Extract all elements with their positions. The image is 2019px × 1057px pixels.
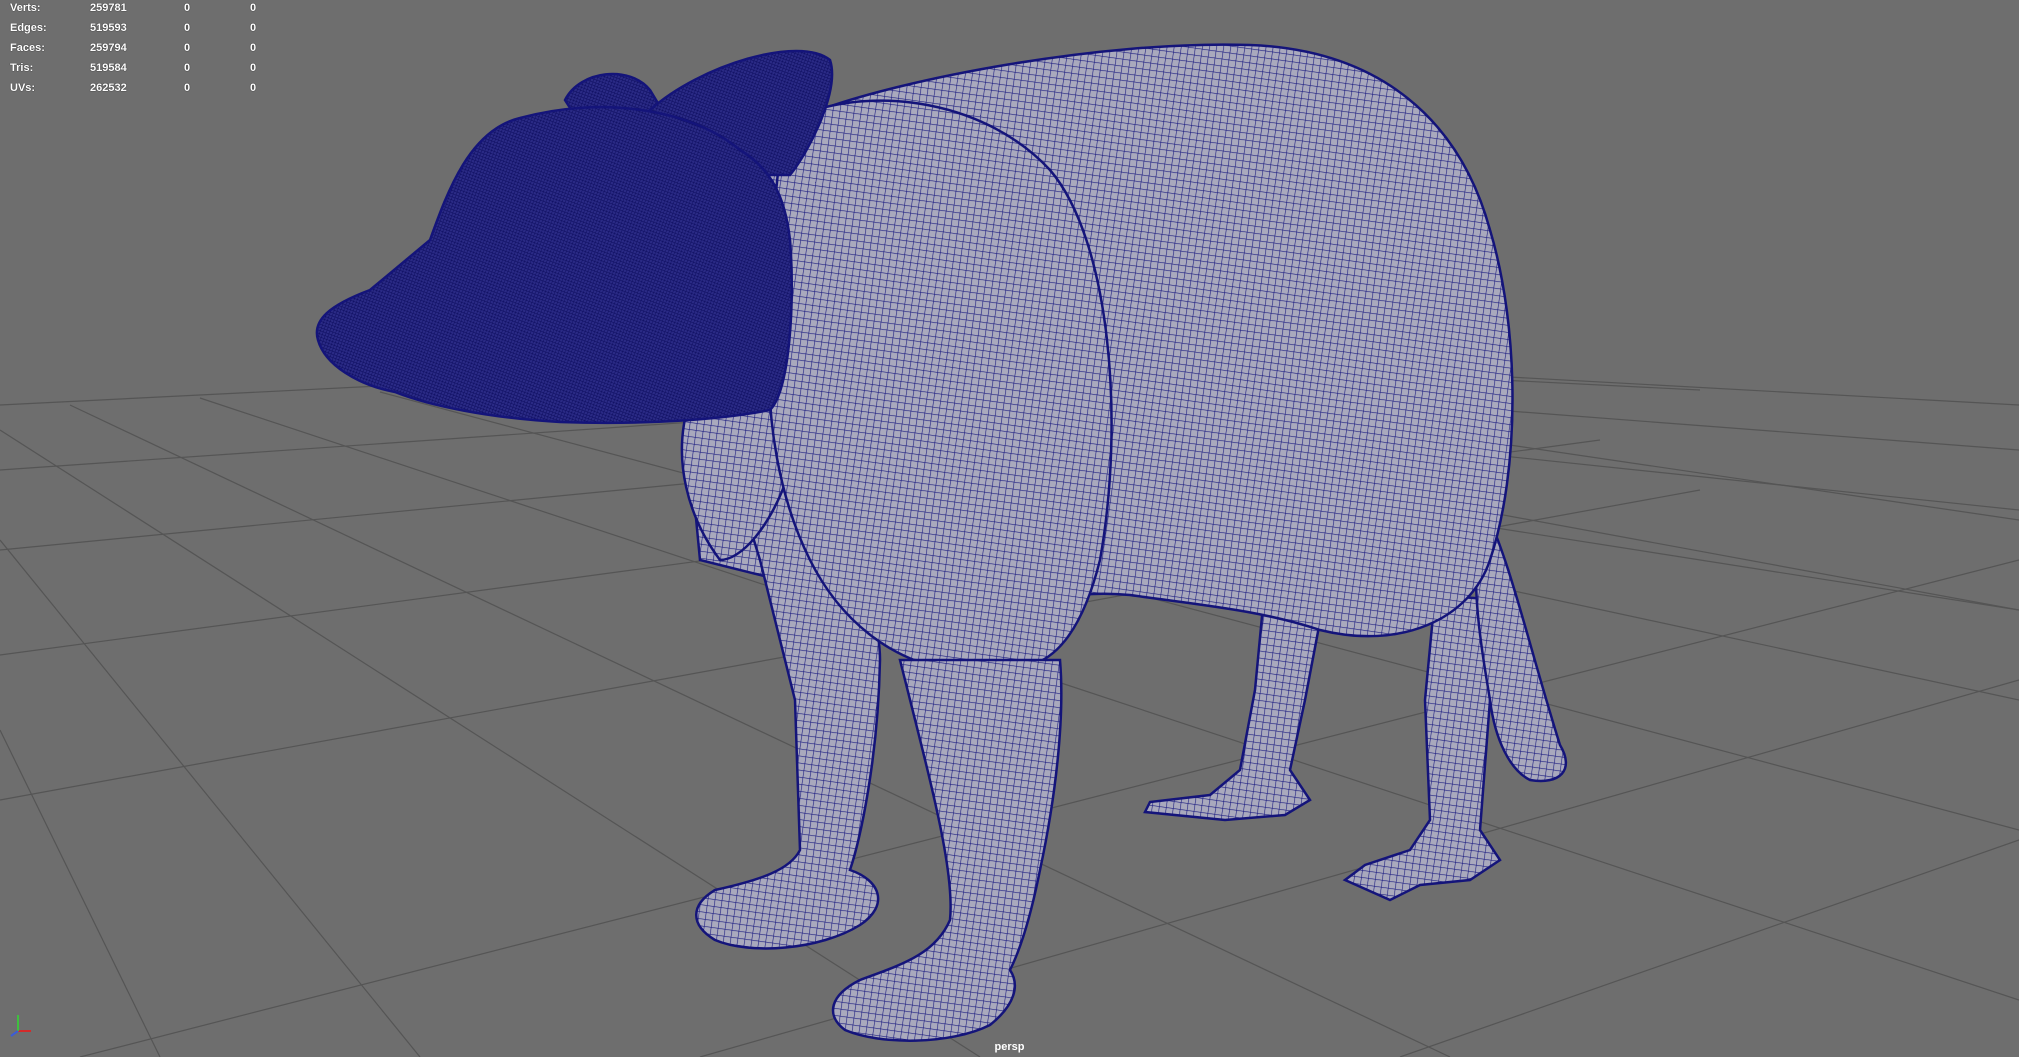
hud-value-total: 259794 [90,42,127,54]
hud-value-total: 519593 [90,22,127,34]
hud-row: Tris: 519584 0 0 [10,61,270,81]
hud-value-extra: 0 [250,82,257,94]
poly-count-hud: Verts: 259781 0 0 Edges: 519593 0 0 Faces: 259794… [10,1,270,101]
hud-value-selected: 0 [184,42,191,54]
axis-z-line [10,1030,19,1037]
hud-value-selected: 0 [184,2,191,14]
back-right-leg[interactable] [1342,593,1502,902]
hud-value-extra: 0 [250,2,257,14]
hud-value-selected: 0 [184,82,191,94]
hud-value-total: 519584 [90,62,127,74]
hud-label-text: Faces: [10,42,45,54]
viewport-3d[interactable]: Verts: 259781 0 0 Edges: 519593 0 0 Faces: 259794… [0,0,2019,1057]
scene[interactable] [0,0,2019,1057]
hud-value-extra: 0 [250,62,257,74]
hud-value-extra: 0 [250,22,257,34]
hud-row: UVs: 262532 0 0 [10,81,270,101]
hud-value-total: 259781 [90,2,127,14]
hud-label-text: UVs: [10,82,36,94]
hud-label-text: Edges: [10,22,47,34]
axis-gizmo-icon [10,1015,31,1037]
hud-row: Edges: 519593 0 0 [10,21,270,41]
hud-value-selected: 0 [184,22,191,34]
hud-value-extra: 0 [250,42,257,54]
hud-value-selected: 0 [184,62,191,74]
camera-label: persp [994,1041,1025,1053]
hud-row: Faces: 259794 0 0 [10,41,270,61]
head[interactable] [315,105,794,425]
hud-value-total: 262532 [90,82,127,94]
creature-mesh[interactable] [315,43,1567,1042]
hud-row: Verts: 259781 0 0 [10,1,270,21]
hud-label-text: Tris: [10,62,34,74]
hud-label-text: Verts: [10,2,41,14]
